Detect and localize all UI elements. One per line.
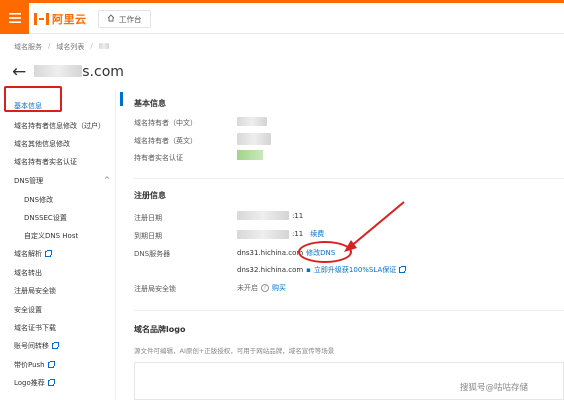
dns-primary-value: dns31.hichina.com — [237, 249, 304, 257]
sidebar-item-real-name[interactable]: 域名持有者实名认证 — [14, 157, 77, 167]
basic-info-title: 基本信息 — [134, 99, 166, 108]
external-link-icon — [47, 379, 55, 386]
dns-server-label: DNS服务器 — [134, 250, 171, 258]
sidebar-item-label: 基本信息 — [14, 102, 42, 110]
breadcrumb-current-redacted — [98, 43, 109, 49]
sidebar-item-dns-management[interactable]: DNS管理 — [14, 176, 43, 186]
page-header: ← s.com — [12, 61, 124, 83]
aliyun-logo-icon — [34, 12, 49, 25]
sidebar-item-other-info[interactable]: 域名其他信息修改 — [14, 139, 70, 149]
registry-lock-label: 注册局安全锁 — [134, 285, 176, 293]
sidebar-item-certificate-download[interactable]: 域名证书下载 — [14, 323, 56, 333]
back-arrow-icon[interactable]: ← — [12, 63, 26, 81]
external-link-icon — [47, 361, 55, 368]
sidebar-item-logo-recommend[interactable]: Logo推荐 — [14, 378, 55, 388]
help-icon[interactable]: ? — [261, 284, 269, 292]
breadcrumb: 域名服务 / 域名列表 / — [14, 42, 109, 52]
sidebar-item-label: DNS管理 — [14, 177, 44, 185]
sidebar-item-label: DNS修改 — [24, 196, 54, 204]
sidebar-item-custom-dns-host[interactable]: 自定义DNS Host — [24, 231, 78, 241]
brand-text: 阿里云 — [52, 12, 87, 26]
sidebar-item-dns-modify[interactable]: DNS修改 — [24, 195, 53, 205]
sidebar-item-label: 账号间转移 — [14, 342, 49, 350]
sidebar-item-label: DNSSEC设置 — [24, 214, 67, 222]
breadcrumb-separator: / — [48, 42, 51, 50]
sidebar-item-transfer-out[interactable]: 域名转出 — [14, 268, 42, 278]
redacted-value — [237, 133, 271, 145]
expiry-date-time: :11 — [292, 230, 304, 238]
buy-link[interactable]: 购买 — [272, 283, 286, 293]
breadcrumb-domain-list[interactable]: 域名列表 — [56, 42, 84, 52]
top-navigation-bar: 阿里云 工作台 — [0, 3, 564, 34]
registration-date-value: :11 — [237, 211, 303, 220]
sidebar-item-label: 域名持有者信息修改（过户） — [14, 122, 105, 130]
page-title: s.com — [34, 64, 124, 80]
real-name-status — [237, 150, 263, 160]
sidebar-item-label: Logo推荐 — [14, 379, 45, 387]
expiry-date-value: :11 续费 — [237, 229, 324, 239]
sidebar-item-price-push[interactable]: 带价Push — [14, 360, 55, 370]
watermark: 搜狐号@咕咕存储 — [460, 383, 529, 393]
annotation-ellipse — [298, 241, 352, 263]
external-link-icon — [45, 250, 52, 257]
external-link-icon — [399, 266, 407, 273]
external-link-icon — [52, 342, 59, 349]
sidebar-item-label: 域名解析 — [14, 250, 42, 258]
sidebar-item-label: 域名转出 — [14, 269, 42, 277]
sidebar-item-label: 域名证书下载 — [14, 324, 56, 332]
logo-section-description: 源文件可编辑，AI原创+正版授权，可用于网站品牌，域名宣传等场景 — [134, 347, 335, 355]
menu-button[interactable] — [0, 3, 29, 34]
sidebar — [0, 90, 116, 400]
sidebar-item-dnssec[interactable]: DNSSEC设置 — [24, 213, 67, 223]
dns-secondary-value: dns32.hichina.com — [237, 266, 304, 274]
owner-en-label: 域名持有者（英文） — [134, 137, 197, 145]
workbench-label: 工作台 — [119, 14, 142, 24]
collapse-caret-icon[interactable]: ^ — [104, 176, 110, 184]
redacted-value — [237, 117, 267, 126]
registration-info-title: 注册信息 — [134, 191, 166, 200]
aliyun-logo[interactable]: 阿里云 — [34, 11, 87, 26]
section-divider — [134, 178, 564, 179]
registry-lock-value: 未开启? 购买 — [237, 283, 286, 293]
redacted-value — [237, 211, 289, 220]
sidebar-item-label: 注册局安全锁 — [14, 287, 56, 295]
owner-cn-label: 域名持有者（中文） — [134, 119, 197, 127]
expiry-date-label: 到期日期 — [134, 232, 162, 240]
registration-date-time: :11 — [292, 211, 304, 220]
dns-server-secondary: dns32.hichina.com ▪ 立即升级获100%SLA保证 — [237, 265, 407, 275]
status-badge-redacted — [237, 150, 263, 160]
upgrade-icon: ▪ — [306, 266, 311, 274]
home-icon — [107, 14, 115, 24]
sidebar-item-account-transfer[interactable]: 账号间转移 — [14, 341, 59, 351]
section-active-indicator — [120, 92, 123, 106]
sidebar-item-label: 域名其他信息修改 — [14, 140, 70, 148]
sidebar-item-label: 域名持有者实名认证 — [14, 158, 77, 166]
upgrade-sla-link[interactable]: 立即升级获100%SLA保证 — [314, 265, 396, 275]
sidebar-item-domain-resolve[interactable]: 域名解析 — [14, 249, 52, 259]
real-name-label: 持有者实名认证 — [134, 154, 183, 162]
breadcrumb-separator: / — [90, 42, 93, 50]
owner-en-value — [237, 133, 271, 145]
sidebar-item-registry-lock[interactable]: 注册局安全锁 — [14, 286, 56, 296]
registration-date-label: 注册日期 — [134, 214, 162, 222]
domain-name-redacted — [34, 65, 83, 77]
sidebar-item-owner-transfer[interactable]: 域名持有者信息修改（过户） — [14, 121, 105, 131]
logo-section-title: 域名品牌logo — [134, 325, 186, 334]
redacted-value — [237, 229, 289, 239]
hamburger-icon — [8, 12, 21, 25]
breadcrumb-domain-service[interactable]: 域名服务 — [14, 42, 42, 52]
workbench-button[interactable]: 工作台 — [98, 10, 151, 28]
domain-suffix: s.com — [82, 64, 124, 80]
owner-cn-value — [237, 117, 267, 126]
sidebar-item-label: 自定义DNS Host — [24, 232, 79, 240]
sidebar-item-security-settings[interactable]: 安全设置 — [14, 305, 42, 315]
sidebar-item-label: 带价Push — [14, 361, 45, 369]
section-divider — [134, 310, 564, 311]
sidebar-item-basic-info[interactable]: 基本信息 — [14, 101, 42, 111]
sidebar-item-label: 安全设置 — [14, 306, 42, 314]
registry-lock-status: 未开启 — [237, 284, 258, 292]
renew-link[interactable]: 续费 — [310, 229, 324, 239]
